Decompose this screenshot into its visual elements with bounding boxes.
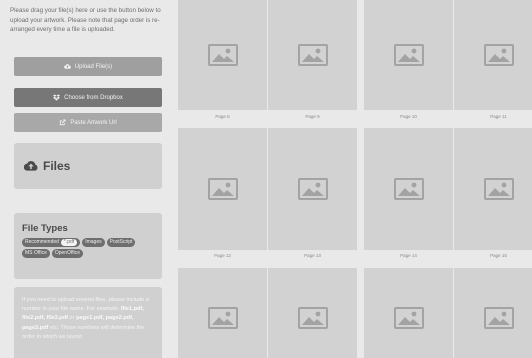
image-placeholder-icon: [297, 178, 328, 200]
page-thumbnail[interactable]: [268, 128, 357, 250]
page-thumbnail[interactable]: [178, 0, 267, 110]
image-placeholder-icon: [483, 44, 514, 66]
page-thumbnail-grid: Page 8 Page 9 Page 10 Page 11 Page 12 Page 13…: [178, 0, 532, 358]
page-label: Page 13: [304, 253, 321, 258]
image-placeholder-icon: [207, 44, 238, 66]
chip-openoffice: OpenOffice: [51, 249, 84, 258]
page-thumbnail[interactable]: [454, 268, 532, 358]
page-thumbnail[interactable]: [268, 0, 357, 110]
page-label: Page 15: [490, 253, 507, 258]
file-types-list: Recommended *.pdf Images PostScript MS Of…: [22, 238, 140, 258]
image-placeholder-icon: [207, 307, 238, 329]
upload-files-button[interactable]: Upload File(s): [14, 57, 162, 76]
files-title: Files: [43, 159, 71, 173]
image-placeholder-icon: [483, 178, 514, 200]
page-label: Page 12: [214, 253, 231, 258]
chip-pdf: *.pdf: [60, 239, 78, 246]
upload-files-label: Upload File(s): [74, 63, 113, 70]
page-label: Page 8: [215, 114, 230, 119]
page-label: Page 10: [400, 114, 417, 119]
page-thumbnail[interactable]: [268, 268, 357, 358]
image-placeholder-icon: [297, 44, 328, 66]
chip-recommended: Recommended *.pdf: [22, 238, 81, 247]
page-thumbnail[interactable]: [178, 128, 267, 250]
chip-ms-office: MS Office: [22, 249, 50, 258]
page-label: Page 9: [305, 114, 320, 119]
image-placeholder-icon: [483, 307, 514, 329]
dropbox-label: Choose from Dropbox: [64, 94, 123, 101]
file-types-title: File Types: [22, 223, 68, 234]
cloud-upload-icon: [63, 64, 71, 69]
page-thumbnail[interactable]: [454, 0, 532, 110]
upload-sidebar: Please drag your file(s) here or use the…: [0, 0, 172, 358]
naming-help-panel: If you need to upload several files, ple…: [14, 287, 162, 358]
image-placeholder-icon: [297, 307, 328, 329]
page-label: Page 14: [400, 253, 417, 258]
image-placeholder-icon: [393, 178, 424, 200]
cloud-icon: [24, 161, 38, 171]
upload-instructions: Please drag your file(s) here or use the…: [10, 7, 161, 34]
help-or: or: [68, 315, 77, 322]
paste-url-label: Paste Artwork Url: [70, 119, 117, 126]
chip-postscript: PostScript: [106, 238, 136, 247]
page-thumbnail[interactable]: [178, 268, 267, 358]
page-thumbnail[interactable]: [364, 128, 453, 250]
dropbox-icon: [53, 94, 61, 101]
image-placeholder-icon: [393, 44, 424, 66]
image-placeholder-icon: [207, 178, 238, 200]
file-types-panel: File Types Recommended *.pdf Images PostS…: [14, 213, 162, 279]
paste-url-button[interactable]: Paste Artwork Url: [14, 113, 162, 132]
dropbox-button[interactable]: Choose from Dropbox: [14, 88, 162, 107]
chip-images: Images: [82, 238, 105, 247]
page-label: Page 11: [490, 114, 507, 119]
page-thumbnail[interactable]: [364, 0, 453, 110]
page-thumbnail[interactable]: [364, 268, 453, 358]
image-placeholder-icon: [393, 307, 424, 329]
files-panel: Files: [14, 143, 162, 189]
page-thumbnail[interactable]: [454, 128, 532, 250]
external-link-icon: [60, 119, 66, 126]
